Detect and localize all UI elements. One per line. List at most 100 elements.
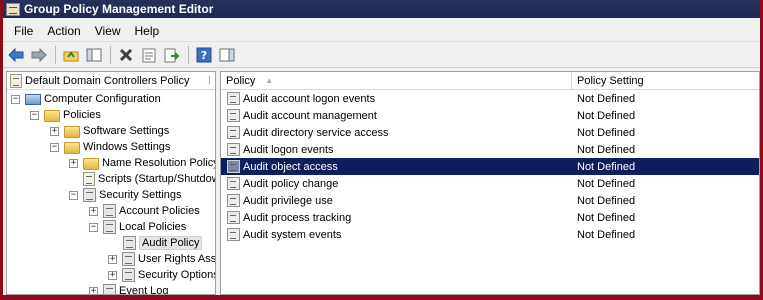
main-content: Default Domain Controllers Policy ⁞ − Co…	[3, 71, 760, 295]
table-row[interactable]: Audit system events Not Defined	[221, 226, 759, 243]
tree-node-label: User Rights Assignment	[138, 253, 216, 265]
table-row[interactable]: Audit account management Not Defined	[221, 107, 759, 124]
tree-node-name-resolution-policy[interactable]: + Name Resolution Policy	[69, 155, 216, 171]
policy-name: Audit logon events	[243, 143, 334, 156]
policy-setting: Not Defined	[577, 160, 636, 173]
policy-icon	[103, 204, 116, 218]
tree-node-security-options[interactable]: + Security Options	[108, 267, 216, 283]
tree-node-label: Name Resolution Policy	[102, 157, 216, 169]
title-bar[interactable]: Group Policy Management Editor	[3, 0, 760, 18]
tree-node-label: Software Settings	[83, 125, 170, 137]
policy-name: Audit directory service access	[243, 126, 389, 139]
tree-root-label: Default Domain Controllers Policy	[25, 74, 190, 87]
audit-policy-icon	[227, 211, 240, 224]
tree-node-computer-configuration[interactable]: − Computer Configuration	[11, 91, 161, 107]
column-header-policy[interactable]: Policy ▲	[221, 72, 572, 89]
policy-setting: Not Defined	[577, 143, 636, 156]
tree-node-label: Computer Configuration	[44, 93, 161, 105]
policy-icon	[103, 284, 116, 294]
folder-icon	[44, 109, 60, 122]
table-row[interactable]: Audit privilege use Not Defined	[221, 192, 759, 209]
properties-icon[interactable]	[138, 45, 159, 66]
table-row[interactable]: Audit process tracking Not Defined	[221, 209, 759, 226]
collapse-icon[interactable]: −	[50, 142, 59, 152]
policy-name: Audit object access	[243, 160, 338, 173]
show-action-pane-icon[interactable]	[216, 45, 237, 66]
audit-policy-icon	[227, 194, 240, 207]
tree-node-scripts[interactable]: Scripts (Startup/Shutdown)	[83, 171, 215, 187]
tree-node-audit-policy[interactable]: Audit Policy	[123, 235, 203, 251]
menu-bar: File Action View Help	[3, 20, 760, 42]
policy-setting: Not Defined	[577, 211, 636, 224]
collapse-icon[interactable]: −	[30, 110, 39, 120]
policy-setting: Not Defined	[577, 92, 636, 105]
policy-icon	[103, 220, 116, 234]
help-icon[interactable]: ?	[193, 45, 214, 66]
forward-arrow-icon[interactable]	[28, 45, 49, 66]
policy-setting: Not Defined	[577, 228, 636, 241]
folder-icon	[64, 141, 80, 154]
tree-node-label: Security Options	[138, 269, 216, 281]
svg-text:?: ?	[200, 49, 206, 62]
console-tree[interactable]: Default Domain Controllers Policy ⁞ − Co…	[6, 71, 216, 295]
audit-policy-icon	[227, 160, 240, 173]
back-arrow-icon[interactable]	[5, 45, 26, 66]
security-settings-icon	[83, 188, 96, 202]
tree-node-software-settings[interactable]: + Software Settings	[50, 123, 169, 139]
show-hide-tree-icon[interactable]	[83, 45, 104, 66]
tree-header[interactable]: Default Domain Controllers Policy ⁞	[7, 72, 215, 90]
expand-icon[interactable]: +	[50, 126, 59, 136]
tree-node-label: Event Log	[119, 285, 169, 295]
delete-icon[interactable]	[115, 45, 136, 66]
tree-node-user-rights-assignment[interactable]: + User Rights Assignment	[108, 251, 216, 267]
policy-setting: Not Defined	[577, 194, 636, 207]
expand-icon[interactable]: +	[108, 270, 117, 280]
tree-node-security-settings[interactable]: − Security Settings	[69, 187, 182, 203]
collapse-icon[interactable]: −	[69, 190, 78, 200]
tree-node-label: Policies	[63, 109, 101, 121]
menu-file[interactable]: File	[7, 24, 40, 38]
policy-name: Audit system events	[243, 228, 342, 241]
export-list-icon[interactable]	[161, 45, 182, 66]
window-title: Group Policy Management Editor	[24, 2, 214, 16]
sort-ascending-icon: ▲	[265, 76, 274, 85]
tree-node-event-log[interactable]: + Event Log	[89, 283, 169, 295]
header-grip: ⁞	[207, 74, 211, 87]
audit-policy-icon	[227, 126, 240, 139]
scroll-icon	[83, 172, 95, 186]
tree-node-policies[interactable]: − Policies	[30, 107, 101, 123]
column-header-label: Policy Setting	[577, 74, 644, 87]
results-pane[interactable]: Policy ▲ Policy Setting Audit account lo…	[220, 71, 760, 295]
app-icon	[6, 2, 20, 16]
menu-action[interactable]: Action	[40, 24, 87, 38]
toolbar-separator	[188, 46, 189, 64]
policy-setting: Not Defined	[577, 109, 636, 122]
table-row[interactable]: Audit logon events Not Defined	[221, 141, 759, 158]
expand-icon[interactable]: +	[69, 158, 78, 168]
folder-icon	[64, 125, 80, 138]
menu-view[interactable]: View	[88, 24, 128, 38]
table-row[interactable]: Audit directory service access Not Defin…	[221, 124, 759, 141]
folder-icon	[83, 157, 99, 170]
table-row[interactable]: Audit account logon events Not Defined	[221, 90, 759, 107]
column-header-policy-setting[interactable]: Policy Setting	[572, 72, 759, 89]
policy-name: Audit process tracking	[243, 211, 352, 224]
table-row[interactable]: Audit policy change Not Defined	[221, 175, 759, 192]
collapse-icon[interactable]: −	[11, 94, 20, 104]
expand-icon[interactable]: +	[89, 286, 98, 294]
expand-icon[interactable]: +	[108, 254, 117, 264]
tree-node-local-policies[interactable]: − Local Policies	[89, 219, 186, 235]
policy-icon	[123, 236, 136, 250]
up-folder-icon[interactable]	[60, 45, 81, 66]
tree-node-label: Audit Policy	[139, 236, 203, 250]
computer-icon	[25, 93, 41, 105]
tree-node-windows-settings[interactable]: − Windows Settings	[50, 139, 170, 155]
tree-node-account-policies[interactable]: + Account Policies	[89, 203, 200, 219]
expand-icon[interactable]: +	[89, 206, 98, 216]
table-row-selected[interactable]: Audit object access Not Defined	[221, 158, 759, 175]
audit-policy-icon	[227, 92, 240, 105]
column-header-label: Policy	[226, 74, 256, 87]
collapse-icon[interactable]: −	[89, 222, 98, 232]
menu-help[interactable]: Help	[128, 24, 167, 38]
audit-policy-icon	[227, 143, 240, 156]
